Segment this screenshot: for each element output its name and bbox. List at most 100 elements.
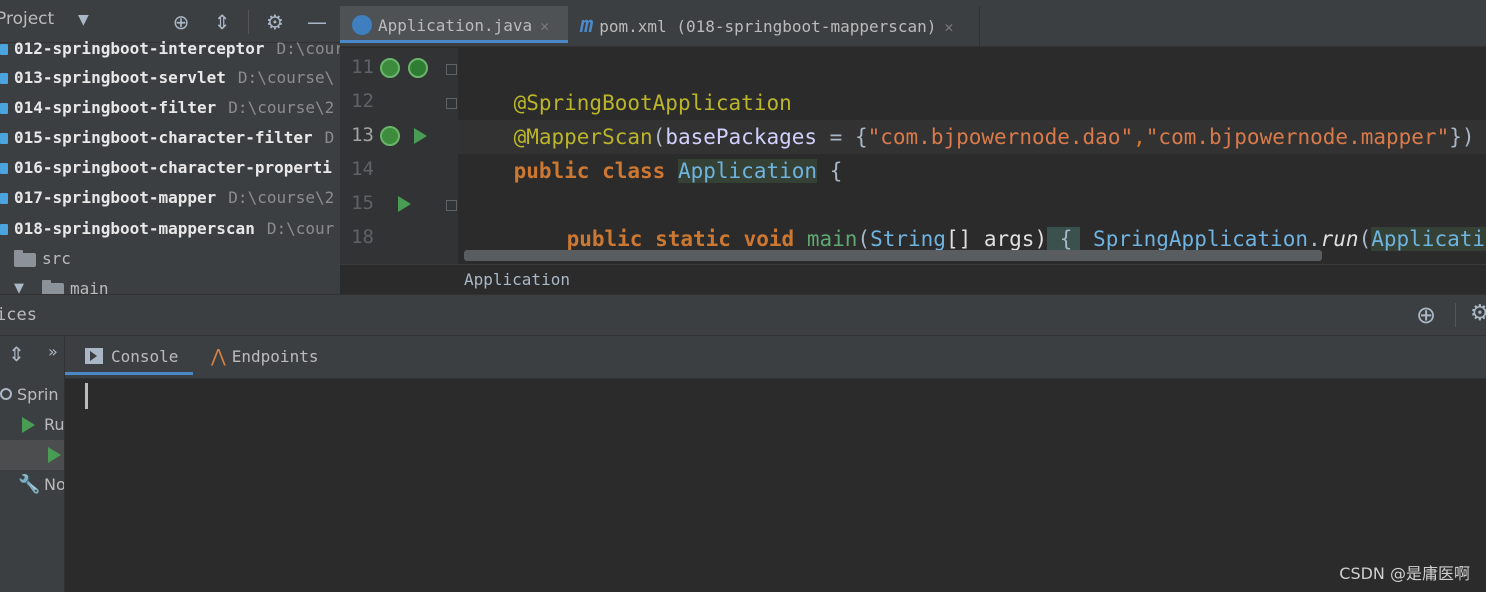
module-icon — [0, 193, 8, 204]
java-class-icon — [352, 15, 372, 35]
keyword: static — [655, 227, 731, 251]
code-line-13[interactable]: public class Application { — [463, 120, 842, 183]
tab-label: Console — [111, 347, 179, 366]
editor-window: Application.java ✕ m pom.xml (018-springbo… — [340, 0, 1486, 294]
project-tool-window: Project ▼ ⊕ ⇕ ⚙ — 012-springboot-interce… — [0, 0, 340, 294]
module-path: D:\course\2 — [228, 188, 335, 207]
spring-bean-search-icon[interactable] — [380, 58, 400, 78]
module-path: D:\cour — [266, 219, 335, 238]
module-name: 012-springboot-interceptor — [14, 39, 265, 58]
line-number: 15 — [351, 192, 374, 214]
module-path: D:\course\ — [237, 68, 335, 87]
string-literal: "com.bjpowernode.mapper" — [1145, 125, 1450, 149]
console-icon — [85, 348, 103, 364]
console-output[interactable] — [65, 379, 1486, 592]
module-path: D — [324, 128, 335, 147]
line-number: 11 — [351, 56, 374, 78]
minimize-icon[interactable]: — — [305, 10, 329, 34]
module-icon — [0, 73, 8, 84]
project-view-selector[interactable]: Project — [0, 9, 54, 29]
tab-label: Application.java — [378, 16, 533, 35]
keyword: public — [513, 159, 590, 183]
services-tool-window: ices ⊕ ⚙ ⇕ » Sprin Ru 🔧 No Console ⋀ Endp… — [0, 294, 1486, 592]
services-tree: ⇕ » Sprin Ru 🔧 No — [0, 336, 65, 592]
gear-icon[interactable]: ⚙ — [263, 10, 287, 34]
folded-brace[interactable]: { — [1047, 227, 1081, 251]
line-number: 18 — [351, 226, 374, 248]
module-icon — [0, 44, 8, 55]
class-reference: SpringApplication — [1093, 227, 1308, 251]
fold-icon[interactable] — [446, 64, 457, 75]
module-icon — [0, 133, 8, 144]
separator — [248, 10, 249, 34]
spring-bean-icon[interactable] — [408, 58, 428, 78]
code-line-11[interactable]: @SpringBootApplication — [463, 52, 792, 115]
service-item-label: No — [44, 475, 65, 494]
code-line-15[interactable]: public static void main(String[] args) {… — [463, 188, 1486, 251]
text-caret — [85, 383, 88, 409]
close-brace: }) — [1449, 125, 1475, 149]
folder-label: main — [70, 279, 109, 294]
tab-label: pom.xml (018-springboot-mapperscan) — [599, 17, 937, 36]
tab-endpoints[interactable]: ⋀ Endpoints — [195, 336, 340, 378]
module-name: 016-springboot-character-properti — [14, 158, 332, 177]
gear-icon[interactable]: ⚙ — [1470, 301, 1486, 326]
close-icon[interactable]: ✕ — [540, 17, 549, 35]
keyword: class — [602, 159, 666, 183]
chevron-down-icon[interactable]: ▼ — [78, 12, 89, 28]
more-chevron[interactable]: » — [48, 342, 58, 361]
class-name[interactable]: Application — [677, 159, 818, 183]
type-name: String — [870, 227, 946, 251]
method-name: main — [806, 227, 858, 251]
module-name: 015-springboot-character-filter — [14, 128, 313, 147]
expand-arrow-icon[interactable]: ▼ — [14, 274, 24, 294]
service-item-label: Ru — [44, 415, 65, 434]
run-icon — [48, 447, 61, 463]
paren: ( — [1358, 227, 1372, 251]
fold-icon[interactable] — [446, 98, 457, 109]
tab-pom-xml[interactable]: m pom.xml (018-springboot-mapperscan) ✕ — [570, 6, 980, 46]
breadcrumb: Application — [340, 264, 1486, 294]
run-gutter-icon[interactable] — [398, 196, 411, 212]
tab-application-java[interactable]: Application.java ✕ — [340, 6, 568, 43]
collapse-all-icon[interactable]: ⇕ — [210, 10, 234, 34]
module-name: 018-springboot-mapperscan — [14, 219, 255, 238]
run-gutter-icon[interactable] — [414, 128, 427, 144]
horizontal-scrollbar[interactable] — [464, 250, 1322, 261]
line-number: 12 — [351, 90, 374, 112]
module-path: D:\course\2 — [228, 98, 335, 117]
run-icon — [22, 417, 35, 433]
expand-all-icon[interactable]: ⇕ — [8, 342, 25, 366]
editor-tab-bar: Application.java ✕ m pom.xml (018-springbo… — [340, 6, 1486, 47]
close-icon[interactable]: ✕ — [944, 18, 953, 36]
service-item-selected[interactable] — [0, 440, 64, 470]
tab-console[interactable]: Console — [65, 336, 193, 375]
spring-bean-icon[interactable] — [380, 126, 400, 146]
locate-icon[interactable]: ⊕ — [1416, 301, 1436, 329]
editor-gutter: 11 12 13 14 15 18 — [340, 48, 458, 264]
module-icon — [0, 163, 8, 174]
maven-icon: m — [580, 13, 594, 38]
breadcrumb-item[interactable]: Application — [464, 270, 570, 289]
module-path: D:\cour — [276, 39, 340, 58]
module-name: 013-springboot-servlet — [14, 68, 226, 87]
fold-icon[interactable] — [446, 200, 457, 211]
services-title: ices — [0, 305, 37, 325]
comma: , — [1133, 125, 1146, 149]
parameters: [] args) — [945, 227, 1048, 251]
folder-icon — [14, 250, 36, 267]
code-line-12[interactable]: @MapperScan(basePackages = {"com.bjpower… — [463, 86, 1475, 149]
services-header: ices ⊕ ⚙ — [0, 295, 1486, 336]
module-name: 017-springboot-mapper — [14, 188, 217, 207]
line-number: 13 — [351, 124, 374, 146]
service-item-label: Sprin — [17, 385, 59, 404]
module-icon — [0, 224, 8, 235]
separator — [1455, 303, 1456, 327]
dot: . — [1307, 227, 1321, 251]
tab-label: Endpoints — [231, 347, 319, 366]
folder-icon — [42, 280, 64, 294]
locate-icon[interactable]: ⊕ — [169, 10, 193, 34]
method-call: run — [1320, 227, 1359, 251]
services-tab-bar: Console ⋀ Endpoints — [65, 336, 1486, 379]
keyword: public — [566, 227, 643, 251]
